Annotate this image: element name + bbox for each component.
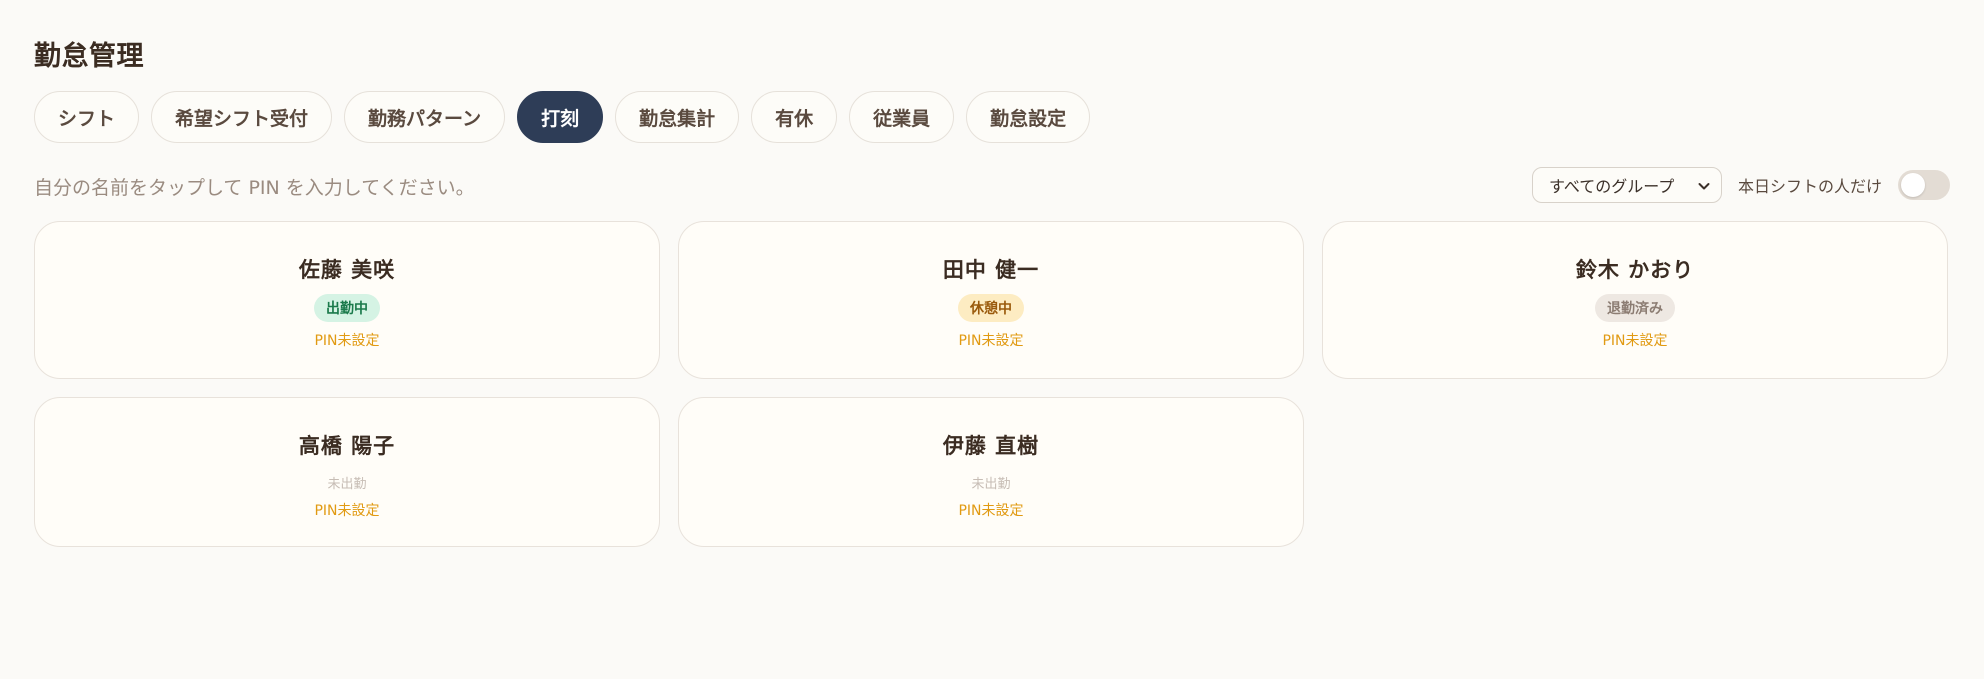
today-only-toggle[interactable] xyxy=(1898,170,1950,200)
tab-attendance-settings[interactable]: 勤怠設定 xyxy=(966,91,1091,143)
employee-card[interactable]: 田中 健一 休憩中 PIN未設定 xyxy=(678,221,1304,379)
employee-name: 佐藤 美咲 xyxy=(298,258,396,282)
employee-name: 田中 健一 xyxy=(942,258,1040,282)
employee-card[interactable]: 鈴木 かおり 退勤済み PIN未設定 xyxy=(1322,221,1948,379)
tab-paid-leave[interactable]: 有休 xyxy=(751,91,838,143)
status-text: 未出勤 xyxy=(327,476,367,492)
group-select[interactable]: すべてのグループ xyxy=(1531,167,1722,203)
page-title: 勤怠管理 xyxy=(34,41,144,72)
tab-bar: シフト 希望シフト受付 勤務パターン 打刻 勤怠集計 有休 従業員 勤怠設定 xyxy=(34,91,1091,143)
filter-controls: すべてのグループ 本日シフトの人だけ xyxy=(1531,167,1950,203)
status-text: 未出勤 xyxy=(971,476,1011,492)
toggle-knob xyxy=(1901,173,1925,197)
instructions-text: 自分の名前をタップして PIN を入力してください。 xyxy=(34,177,475,199)
tab-clock-in[interactable]: 打刻 xyxy=(517,91,604,143)
employee-card[interactable]: 高橋 陽子 未出勤 PIN未設定 xyxy=(34,397,660,547)
pin-status: PIN未設定 xyxy=(1602,333,1668,349)
employee-card[interactable]: 佐藤 美咲 出勤中 PIN未設定 xyxy=(34,221,660,379)
employee-grid: 佐藤 美咲 出勤中 PIN未設定 田中 健一 休憩中 PIN未設定 鈴木 かおり… xyxy=(34,221,1950,547)
pin-status: PIN未設定 xyxy=(314,333,380,349)
pin-status: PIN未設定 xyxy=(958,333,1024,349)
pin-status: PIN未設定 xyxy=(958,503,1024,519)
employee-name: 鈴木 かおり xyxy=(1575,258,1695,282)
tab-shift[interactable]: シフト xyxy=(34,91,140,143)
today-only-label: 本日シフトの人だけ xyxy=(1737,177,1882,196)
pin-status: PIN未設定 xyxy=(314,503,380,519)
tab-shift-requests[interactable]: 希望シフト受付 xyxy=(151,91,333,143)
chevron-down-icon xyxy=(1697,178,1711,192)
group-select-value: すべてのグループ xyxy=(1548,177,1675,196)
tab-employees[interactable]: 従業員 xyxy=(849,91,955,143)
employee-card[interactable]: 伊藤 直樹 未出勤 PIN未設定 xyxy=(678,397,1304,547)
status-badge: 休憩中 xyxy=(958,294,1024,322)
employee-name: 伊藤 直樹 xyxy=(942,434,1040,458)
status-badge: 出勤中 xyxy=(314,294,380,322)
tab-work-patterns[interactable]: 勤務パターン xyxy=(344,91,506,143)
status-badge: 退勤済み xyxy=(1595,294,1675,322)
employee-name: 高橋 陽子 xyxy=(298,434,396,458)
tab-attendance-summary[interactable]: 勤怠集計 xyxy=(615,91,740,143)
